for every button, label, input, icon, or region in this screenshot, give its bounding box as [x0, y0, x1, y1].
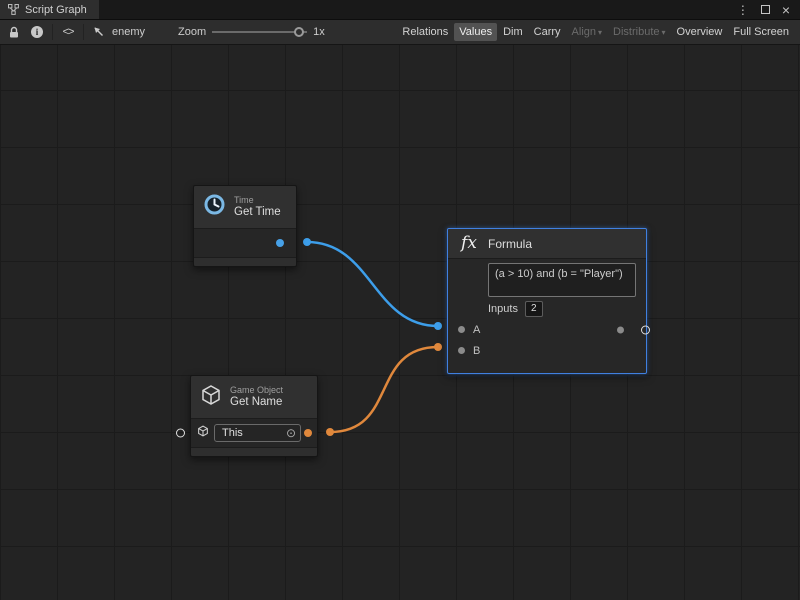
object-picker-icon[interactable]: ⊙: [286, 427, 296, 439]
port-a-label: A: [473, 324, 480, 336]
game-object-field[interactable]: This ⊙: [214, 424, 301, 442]
graph-canvas[interactable]: Time Get Time fx Formula (a > 10) and (b…: [0, 45, 800, 600]
formula-port-row-a: A: [458, 319, 636, 340]
port-b-label: B: [473, 345, 480, 357]
zoom-value-label: 1x: [313, 26, 325, 38]
chevron-down-icon: ▾: [598, 28, 602, 37]
formula-inputs-count-field[interactable]: 2: [525, 301, 543, 317]
node-formula-body: (a > 10) and (b = "Player") Inputs 2 A B: [448, 259, 646, 373]
formula-input-port-b[interactable]: [458, 347, 465, 354]
formula-input-port-a[interactable]: [458, 326, 465, 333]
wire-get-name-to-formula-b[interactable]: [330, 347, 438, 432]
node-get-name-header[interactable]: Game Object Get Name: [191, 376, 317, 419]
align-dropdown-button: Align▾: [567, 23, 607, 41]
inputs-label: Inputs: [488, 303, 518, 315]
window-menu-icon[interactable]: ⋮: [737, 3, 749, 17]
formula-inputs-row: Inputs 2: [488, 301, 636, 317]
game-object-field-value: This: [222, 427, 243, 439]
toolbar-buttons: Relations Values Dim Carry Align▾ Distri…: [397, 23, 794, 41]
node-get-time-header[interactable]: Time Get Time: [194, 186, 296, 229]
toolbar-separator: [52, 24, 53, 40]
chevron-down-icon: ▾: [662, 28, 666, 37]
wire-endpoint-blue[interactable]: [434, 322, 442, 330]
cube-mini-icon: [197, 424, 209, 442]
formula-output-port-ring[interactable]: [641, 325, 650, 334]
relations-button[interactable]: Relations: [397, 23, 453, 41]
zoom-label: Zoom: [178, 26, 206, 38]
lock-icon[interactable]: [6, 24, 22, 40]
zoom-control: Zoom 1x: [178, 25, 325, 39]
node-title-label: Get Name: [230, 396, 283, 410]
wire-endpoint-orange[interactable]: [326, 428, 334, 436]
zoom-slider-track: [212, 31, 307, 33]
node-title-label: Formula: [488, 237, 532, 251]
node-formula[interactable]: fx Formula (a > 10) and (b = "Player") I…: [447, 228, 647, 374]
node-footer: [194, 257, 296, 266]
graph-name-label: enemy: [112, 26, 145, 38]
maximize-icon[interactable]: [761, 5, 770, 14]
formula-expression-input[interactable]: (a > 10) and (b = "Player"): [488, 263, 636, 297]
values-button[interactable]: Values: [454, 23, 497, 41]
node-get-name[interactable]: Game Object Get Name This ⊙: [190, 375, 318, 457]
node-title-label: Get Time: [234, 206, 281, 220]
node-formula-header[interactable]: fx Formula: [448, 229, 646, 259]
wires-layer: [0, 45, 800, 600]
toolbar-separator: [83, 24, 84, 40]
tab-script-graph[interactable]: Script Graph: [0, 0, 99, 19]
close-icon[interactable]: ×: [782, 3, 790, 17]
tab-title: Script Graph: [25, 4, 87, 16]
graph-reference[interactable]: enemy: [91, 24, 145, 40]
full-screen-button[interactable]: Full Screen: [728, 23, 794, 41]
info-icon[interactable]: i: [29, 24, 45, 40]
node-category-label: Time: [234, 195, 281, 206]
titlebar: Script Graph ⋮ ×: [0, 0, 800, 20]
distribute-dropdown-button: Distribute▾: [608, 23, 670, 41]
overview-button[interactable]: Overview: [672, 23, 728, 41]
window-controls: ⋮ ×: [737, 0, 800, 19]
node-get-time[interactable]: Time Get Time: [193, 185, 297, 267]
carry-button[interactable]: Carry: [529, 23, 566, 41]
wire-endpoint-blue[interactable]: [303, 238, 311, 246]
toolbar: i <> enemy Zoom 1x Relations: [0, 20, 800, 45]
pointer-icon: [91, 24, 107, 40]
get-time-output-port[interactable]: [276, 239, 284, 247]
get-name-target-row: This ⊙: [191, 419, 317, 447]
code-view-icon[interactable]: <>: [60, 24, 76, 40]
dim-button[interactable]: Dim: [498, 23, 528, 41]
wire-get-time-to-formula-a[interactable]: [307, 242, 438, 326]
get-time-output-row: [194, 229, 296, 257]
clock-icon: [203, 193, 226, 221]
formula-output-port[interactable]: [617, 326, 624, 333]
node-category-label: Game Object: [230, 385, 283, 396]
get-name-input-port-ring[interactable]: [176, 429, 185, 438]
wire-endpoint-orange[interactable]: [434, 343, 442, 351]
cube-icon: [200, 384, 222, 411]
node-footer: [191, 447, 317, 456]
script-graph-window: Script Graph ⋮ × i <>: [0, 0, 800, 600]
formula-fx-icon: fx: [458, 235, 480, 252]
graph-icon: [8, 4, 19, 15]
zoom-slider[interactable]: [212, 25, 307, 39]
formula-port-row-b: B: [458, 340, 636, 361]
get-name-output-port[interactable]: [304, 429, 312, 437]
zoom-slider-handle[interactable]: [294, 27, 304, 37]
